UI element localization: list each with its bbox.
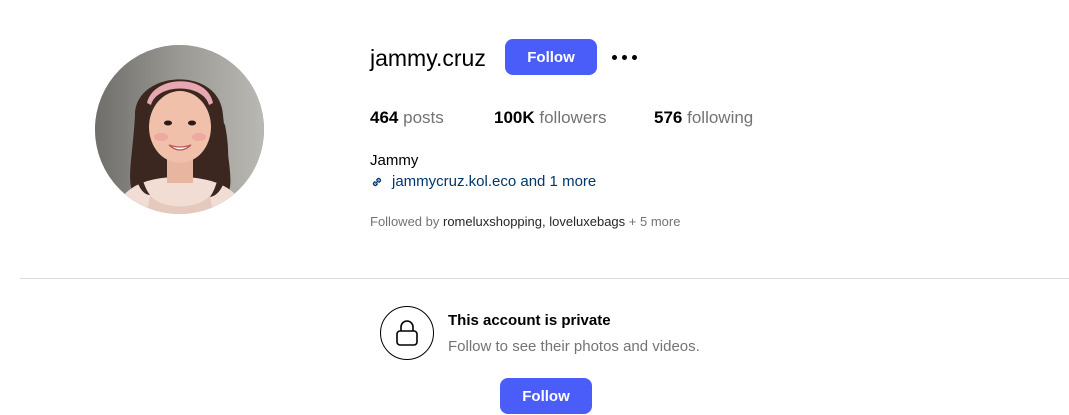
followed-by-prefix: Followed by — [370, 214, 440, 229]
private-account-subtitle: Follow to see their photos and videos. — [448, 338, 700, 355]
followers-count: 100K — [494, 108, 535, 127]
bio-link[interactable]: jammycruz.kol.eco and 1 more — [370, 173, 596, 191]
posts-count: 464 — [370, 108, 399, 127]
divider — [20, 278, 1069, 279]
following-stat[interactable]: 576 following — [654, 107, 753, 129]
username: jammy.cruz — [370, 45, 486, 71]
mutual-account-1[interactable]: romeluxshopping — [443, 214, 542, 229]
followed-by[interactable]: Followed by romeluxshopping, loveluxebag… — [370, 214, 680, 230]
more-options-icon[interactable] — [608, 43, 640, 71]
link-icon — [372, 177, 382, 187]
follow-button[interactable]: Follow — [505, 39, 597, 75]
mutual-separator: , — [542, 214, 546, 229]
full-name: Jammy — [370, 152, 419, 169]
avatar[interactable] — [95, 45, 264, 214]
following-count: 576 — [654, 108, 683, 127]
followers-label: followers — [539, 108, 607, 127]
posts-label: posts — [403, 108, 444, 127]
mutual-account-2[interactable]: loveluxebags — [549, 214, 625, 229]
private-account-title: This account is private — [448, 312, 611, 329]
bio-link-text: jammycruz.kol.eco and 1 more — [392, 173, 597, 190]
following-label: following — [687, 108, 754, 127]
private-follow-button[interactable]: Follow — [500, 378, 592, 414]
posts-stat: 464 posts — [370, 107, 444, 129]
followers-stat[interactable]: 100K followers — [494, 107, 606, 129]
lock-icon — [380, 306, 434, 360]
followed-by-more: + 5 more — [628, 214, 681, 229]
